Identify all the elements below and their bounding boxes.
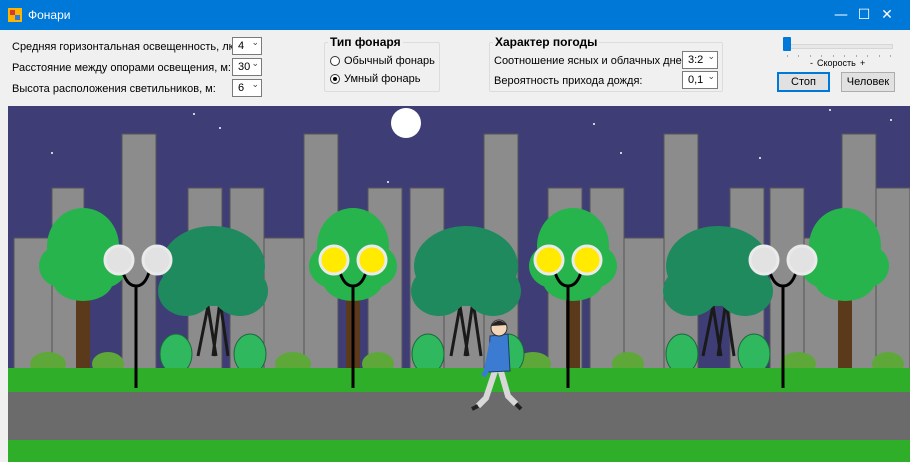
lamp-bulb (318, 244, 350, 276)
weather-title: Характер погоды (493, 35, 600, 49)
illuminance-value: 4 (238, 40, 245, 52)
chevron-down-icon: ⌄ (707, 72, 715, 82)
height-value: 6 (238, 82, 245, 94)
illuminance-label: Средняя горизонтальная освещенность, лк: (12, 41, 237, 53)
app-icon (8, 8, 22, 22)
distance-select[interactable]: 30 ⌄ (232, 58, 262, 76)
speed-minus: - (810, 58, 813, 68)
height-select[interactable]: 6 ⌄ (232, 79, 262, 97)
lamp-bulb (356, 244, 388, 276)
illuminance-select[interactable]: 4 ⌄ (232, 37, 262, 55)
title-bar: Фонари — ☐ ✕ (0, 0, 910, 30)
lamp-bulb (141, 244, 173, 276)
chevron-down-icon: ⌄ (251, 80, 259, 90)
ratio-select[interactable]: 3:2 ⌄ (682, 51, 718, 69)
human-button[interactable]: Человек (841, 72, 895, 92)
rain-label: Вероятность прихода дождя: (494, 75, 643, 87)
height-label: Высота расположения светильников, м: (12, 83, 216, 95)
radio-circle-icon (330, 74, 340, 84)
lamp-bulb (786, 244, 818, 276)
window-title: Фонари (28, 8, 71, 22)
distance-value: 30 (238, 61, 251, 73)
ratio-value: 3:2 (688, 54, 704, 66)
rain-value: 0,1 (688, 74, 704, 86)
street-scene (8, 106, 910, 462)
rain-select[interactable]: 0,1 ⌄ (682, 71, 718, 89)
radio-regular-lamp[interactable]: Обычный фонарь (330, 55, 435, 67)
chevron-down-icon: ⌄ (251, 59, 259, 69)
grass-strip-top (8, 368, 910, 392)
lamp-type-title: Тип фонаря (328, 35, 403, 49)
road (8, 392, 910, 440)
radio-label: Умный фонарь (344, 73, 421, 85)
lamp-bulb (748, 244, 780, 276)
radio-label: Обычный фонарь (344, 55, 435, 67)
speed-slider-track[interactable] (785, 44, 893, 49)
ratio-label: Соотношение ясных и облачных дней: (494, 55, 691, 67)
close-button[interactable]: ✕ (864, 0, 910, 30)
radio-smart-lamp[interactable]: Умный фонарь (330, 73, 420, 85)
moon (391, 108, 421, 138)
lamp-bulb (533, 244, 565, 276)
stop-button[interactable]: Стоп (777, 72, 830, 92)
distance-label: Расстояние между опорами освещения, м: (12, 62, 231, 74)
speed-label: Скорость (817, 58, 856, 68)
chevron-down-icon: ⌄ (251, 38, 259, 48)
grass-strip-bottom (8, 440, 910, 462)
chevron-down-icon: ⌄ (707, 52, 715, 62)
speed-slider-thumb[interactable] (783, 37, 791, 51)
controls-panel: Средняя горизонтальная освещенность, лк:… (0, 30, 910, 106)
speed-plus: + (860, 58, 866, 68)
radio-circle-icon (330, 56, 340, 66)
lamp-bulb (103, 244, 135, 276)
lamp-bulb (571, 244, 603, 276)
